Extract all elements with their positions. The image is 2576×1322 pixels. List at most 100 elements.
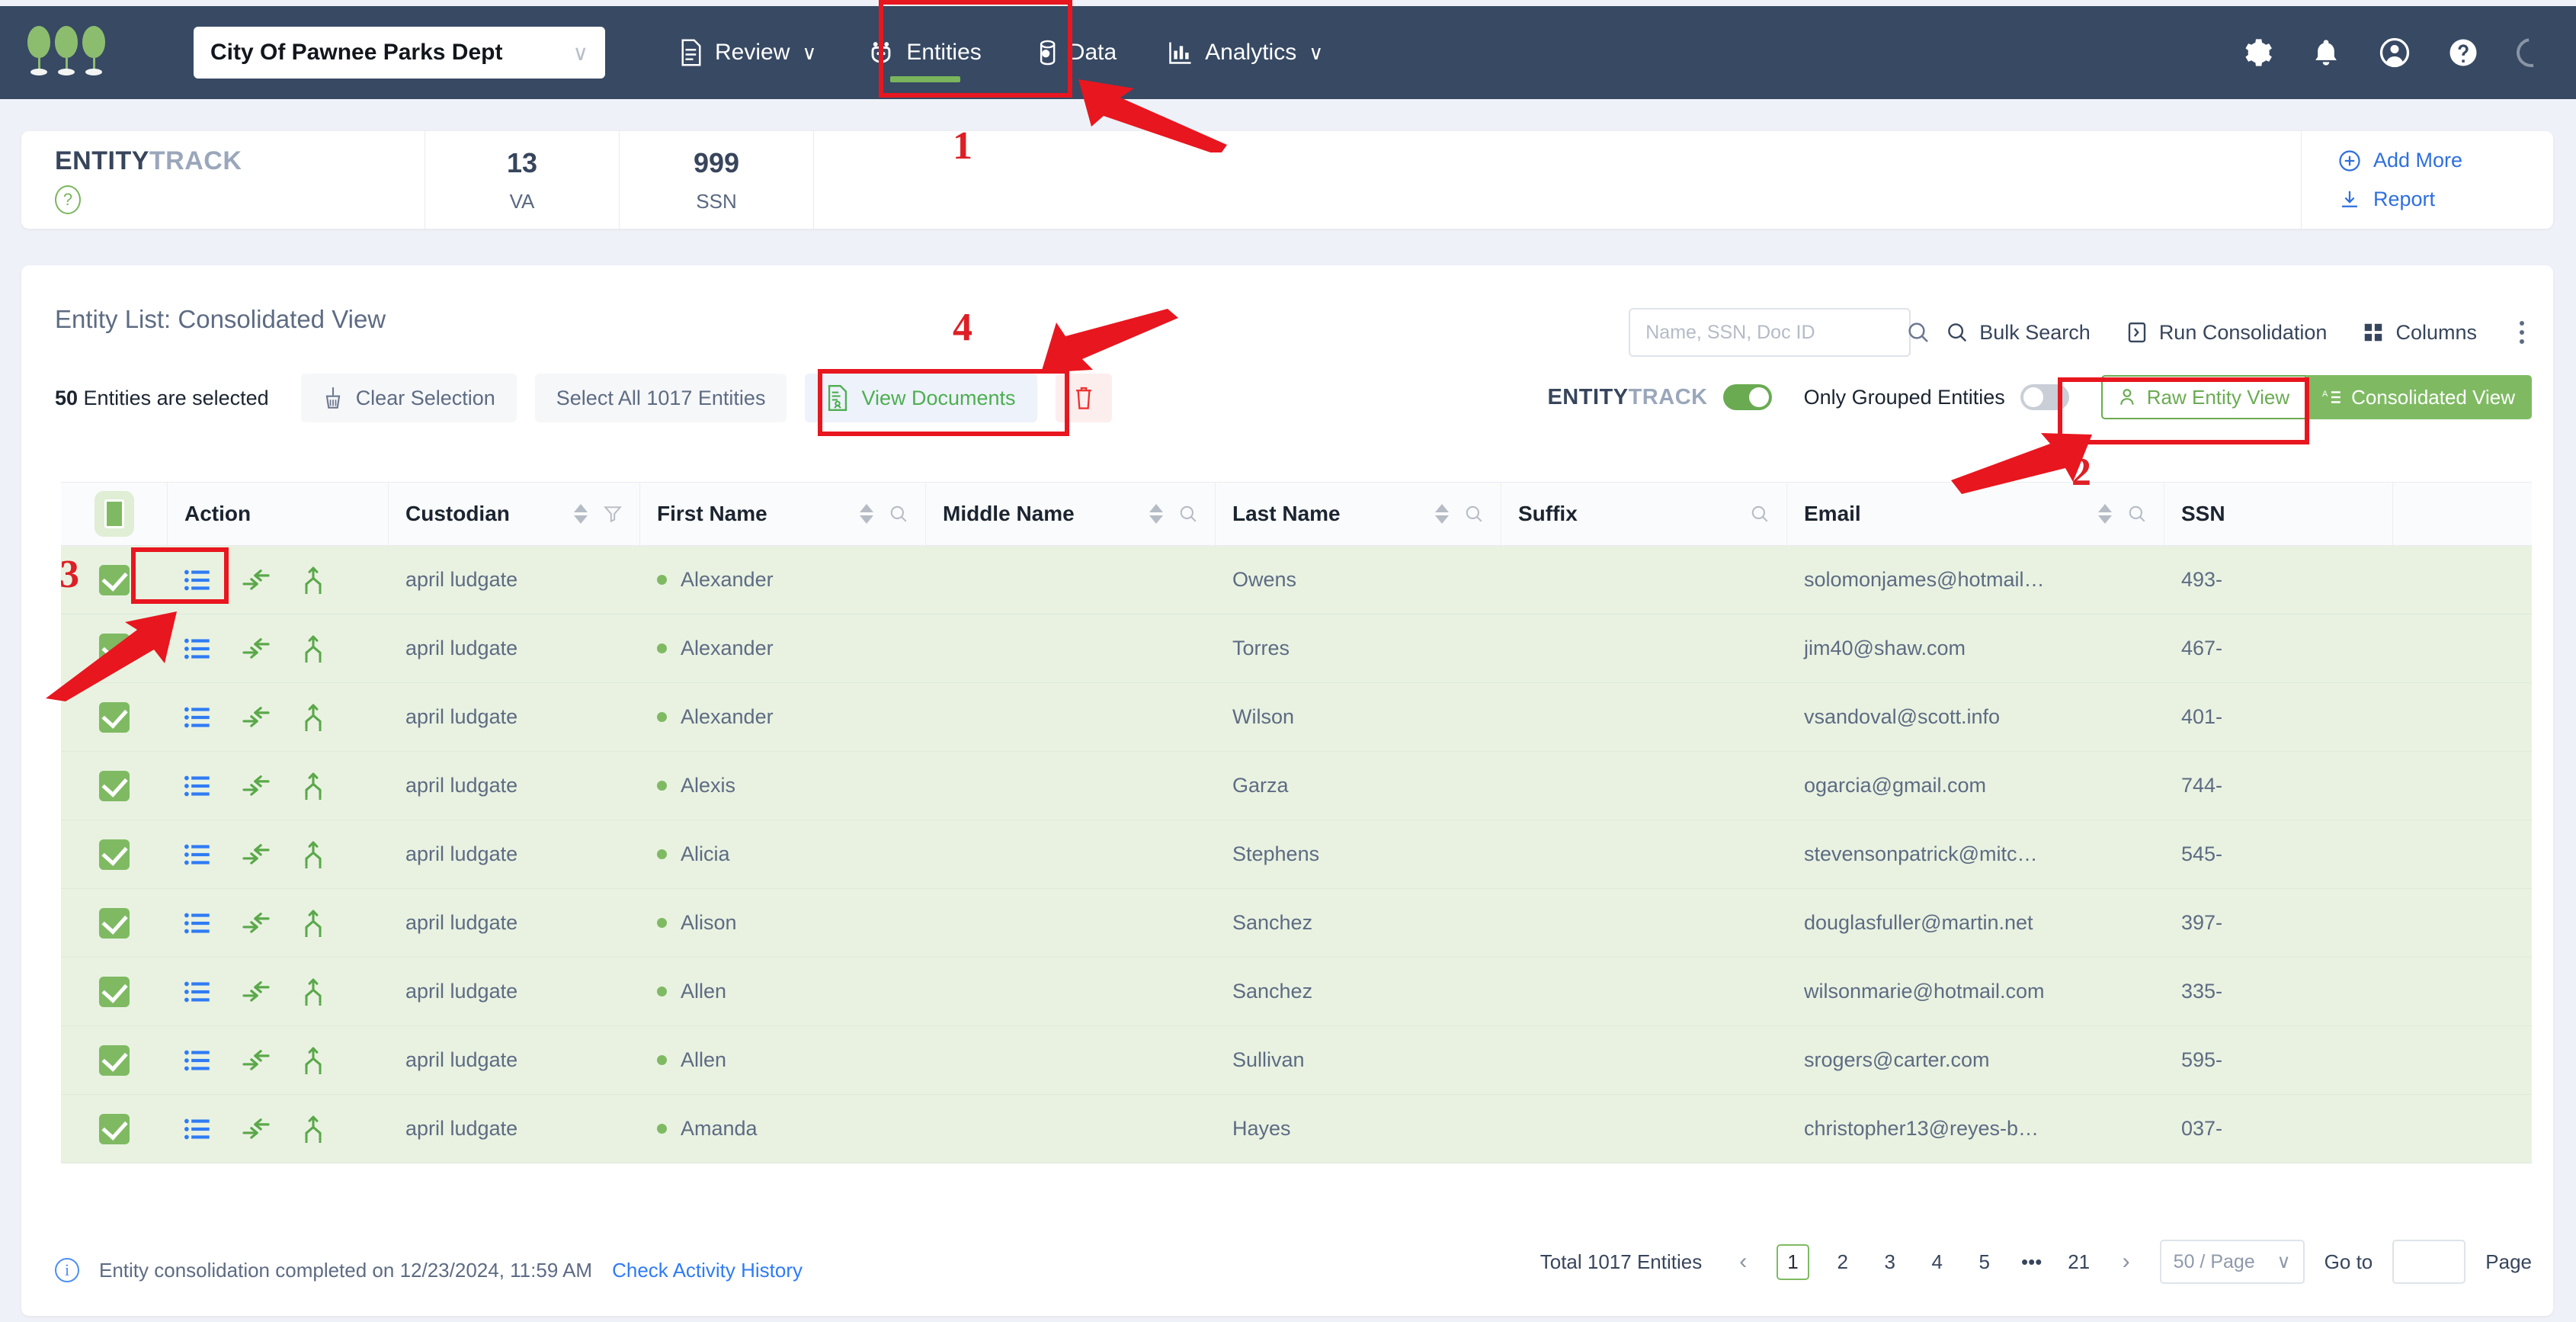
merge-arrows-icon[interactable] <box>242 1048 270 1073</box>
help-icon[interactable] <box>2448 37 2478 68</box>
search-icon[interactable] <box>1464 504 1484 524</box>
cell-custodian-text: april ludgate <box>405 980 518 1003</box>
row-checkbox[interactable] <box>99 907 130 939</box>
table-row[interactable]: april ludgate Amanda Hayes christopher13@re… <box>61 1095 2532 1163</box>
merge-arrows-icon[interactable] <box>242 1117 270 1141</box>
merge-arrows-icon[interactable] <box>242 568 270 592</box>
table-row[interactable]: april ludgate Alison Sanchez douglasfuller@… <box>61 889 2532 958</box>
select-all-checkbox[interactable] <box>94 491 134 537</box>
row-checkbox[interactable] <box>99 770 130 801</box>
pagination-page-1[interactable]: 1 <box>1777 1243 1809 1280</box>
table-row[interactable]: april ludgate Alexander Torres jim40@shaw.c… <box>61 614 2532 683</box>
clear-selection-button[interactable]: Clear Selection <box>300 374 517 422</box>
split-branch-icon[interactable] <box>302 635 325 663</box>
view-documents-button[interactable]: View Documents <box>805 374 1037 422</box>
split-branch-icon[interactable] <box>302 772 325 800</box>
search-icon[interactable] <box>1178 504 1198 524</box>
pagination-page-21[interactable]: 21 <box>2065 1250 2093 1274</box>
select-all-button[interactable]: Select All 1017 Entities <box>534 374 787 422</box>
search-input[interactable] <box>1630 310 1907 355</box>
list-details-icon[interactable] <box>184 706 210 729</box>
delete-selection-button[interactable] <box>1055 374 1112 422</box>
raw-entity-view-button[interactable]: Raw Entity View <box>2100 375 2306 419</box>
only-grouped-toggle[interactable] <box>2020 384 2069 410</box>
merge-arrows-icon[interactable] <box>242 705 270 730</box>
split-branch-icon[interactable] <box>302 841 325 868</box>
pagination-page-2[interactable]: 2 <box>1829 1250 1857 1274</box>
entity-search-box[interactable] <box>1629 308 1929 357</box>
help-circle-icon[interactable]: ? <box>55 185 81 214</box>
split-branch-icon[interactable] <box>302 1115 325 1143</box>
filter-icon[interactable] <box>603 504 623 524</box>
split-branch-icon[interactable] <box>302 704 325 731</box>
sort-last-name-icon[interactable] <box>1435 504 1449 524</box>
organization-selector[interactable]: City Of Pawnee Parks Dept ∨ <box>194 27 605 79</box>
row-checkbox[interactable] <box>99 633 130 664</box>
row-checkbox[interactable] <box>99 1044 130 1076</box>
consolidated-view-button[interactable]: A Consolidated View <box>2305 375 2532 419</box>
columns-button[interactable]: Columns <box>2362 321 2477 345</box>
row-checkbox[interactable] <box>99 839 130 870</box>
bulk-search-button[interactable]: Bulk Search <box>1946 321 2091 345</box>
three-trees-logo[interactable] <box>27 26 110 75</box>
table-row[interactable]: april ludgate Alexis Garza ogarcia@gmail.co… <box>61 752 2532 820</box>
table-row[interactable]: april ludgate Allen Sanchez wilsonmarie@hot… <box>61 958 2532 1026</box>
merge-arrows-icon[interactable] <box>242 842 270 867</box>
pagination-page-4[interactable]: 4 <box>1924 1250 1951 1274</box>
sort-middle-name-icon[interactable] <box>1149 504 1163 524</box>
nav-tab-review[interactable]: Review ∨ <box>654 6 842 99</box>
nav-tab-entities[interactable]: Entities <box>842 6 1007 99</box>
split-branch-icon[interactable] <box>302 978 325 1006</box>
report-button[interactable]: Report <box>2338 188 2553 211</box>
merge-arrows-icon[interactable] <box>242 637 270 661</box>
sort-email-icon[interactable] <box>2098 504 2112 524</box>
list-details-icon[interactable] <box>184 912 210 935</box>
search-icon[interactable] <box>889 504 908 524</box>
row-checkbox[interactable] <box>99 701 130 733</box>
search-icon[interactable] <box>2127 504 2147 524</box>
table-row[interactable]: april ludgate Alicia Stephens stevensonpatr… <box>61 820 2532 889</box>
sort-custodian-icon[interactable] <box>574 504 588 524</box>
table-row[interactable]: april ludgate Alexander Wilson vsandoval@sc… <box>61 683 2532 752</box>
row-checkbox[interactable] <box>99 976 130 1007</box>
bell-icon[interactable] <box>2311 37 2341 68</box>
cell-first-name: Amanda <box>640 1117 926 1141</box>
merge-arrows-icon[interactable] <box>242 774 270 798</box>
merge-arrows-icon[interactable] <box>242 980 270 1004</box>
pagination-prev-button[interactable]: ‹ <box>1729 1249 1757 1275</box>
search-submit-button[interactable] <box>1906 320 1930 345</box>
sort-first-name-icon[interactable] <box>860 504 873 524</box>
table-row[interactable]: april ludgate Alexander Owens solomonjames@… <box>61 546 2532 614</box>
page-size-select[interactable]: 50 / Page ∨ <box>2159 1240 2305 1284</box>
split-branch-icon[interactable] <box>302 566 325 594</box>
nav-tab-data[interactable]: Data <box>1008 6 1142 99</box>
split-branch-icon[interactable] <box>302 1047 325 1074</box>
table-row[interactable]: april ludgate Allen Sullivan srogers@carter… <box>61 1026 2532 1095</box>
list-details-icon[interactable] <box>184 980 210 1003</box>
check-activity-history-link[interactable]: Check Activity History <box>612 1259 803 1282</box>
split-branch-icon[interactable] <box>302 910 325 937</box>
merge-arrows-icon[interactable] <box>242 911 270 935</box>
list-details-icon[interactable] <box>184 1049 210 1072</box>
search-icon[interactable] <box>1750 504 1770 524</box>
list-details-icon[interactable] <box>184 1118 210 1141</box>
user-account-icon[interactable] <box>2379 37 2410 68</box>
goto-page-input[interactable] <box>2392 1240 2466 1284</box>
entitytrack-toggle[interactable] <box>1722 384 1772 410</box>
run-consolidation-button[interactable]: Run Consolidation <box>2126 321 2327 345</box>
pagination-page-3[interactable]: 3 <box>1876 1250 1904 1274</box>
row-checkbox[interactable] <box>99 564 130 595</box>
list-details-icon[interactable] <box>184 843 210 866</box>
row-checkbox[interactable] <box>99 1113 130 1144</box>
more-options-icon[interactable] <box>2512 315 2532 350</box>
pagination-page-5[interactable]: 5 <box>1971 1250 1998 1274</box>
list-details-icon[interactable] <box>184 637 210 660</box>
add-more-button[interactable]: Add More <box>2338 149 2553 172</box>
pagination-ellipsis[interactable]: ••• <box>2018 1250 2046 1274</box>
pagination-next-button[interactable]: › <box>2113 1249 2140 1275</box>
gear-icon[interactable] <box>2242 37 2273 68</box>
view-mode-segmented-control: Raw Entity View A Consolidated View <box>2100 375 2532 419</box>
list-details-icon[interactable] <box>184 569 210 592</box>
nav-tab-analytics[interactable]: Analytics ∨ <box>1142 6 1349 99</box>
list-details-icon[interactable] <box>184 775 210 797</box>
